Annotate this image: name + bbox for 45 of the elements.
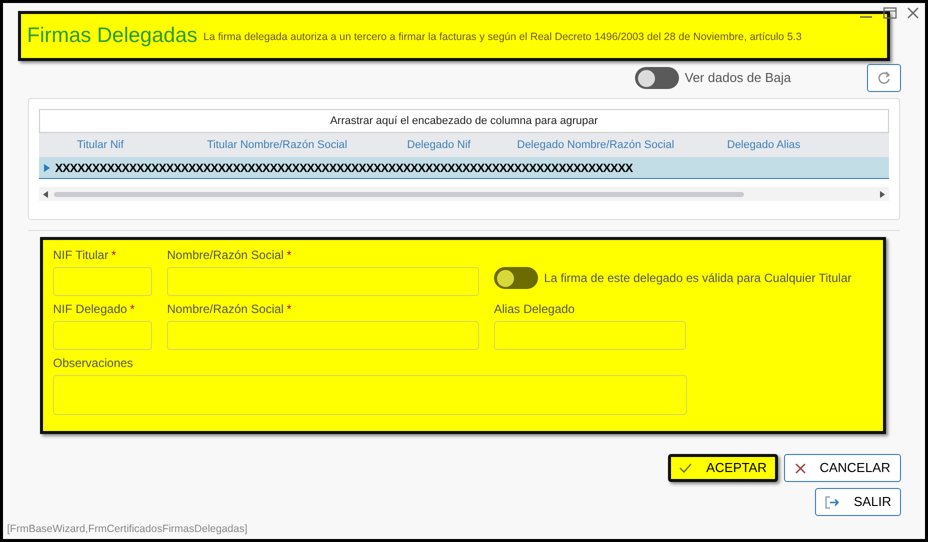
grid-row[interactable]: XXXXXXXXXXXXXXXXXXXXXXXXXXXXXXXXXXXXXXXXXXXXXXXXXXXXXXXXXXXXXXXXXXXXXXXXXXXXXX bbox=[39, 157, 889, 179]
toggle-label: La firma de este delegado es válida para Cualquier Titular bbox=[544, 270, 852, 287]
maximize-icon[interactable] bbox=[883, 7, 897, 19]
required-mark: * bbox=[111, 247, 116, 264]
page-title: Firmas Delegadas bbox=[27, 23, 198, 50]
column-header[interactable]: Delegado Alias bbox=[727, 136, 867, 154]
field-label: NIF Delegado bbox=[53, 301, 128, 318]
accept-button[interactable]: ACEPTAR bbox=[668, 454, 778, 482]
form-identifier: [FrmBaseWizard,FrmCertificadosFirmasDelegadas] bbox=[7, 522, 248, 538]
check-icon bbox=[679, 463, 692, 473]
page-subtitle: La firma delegada autoriza a un tercero a firmar la facturas y según el Real Decreto 1496/2003 del 28 de Noviembre, artículo 5.3 bbox=[203, 30, 802, 46]
toggle-switch[interactable] bbox=[634, 67, 679, 89]
close-icon bbox=[794, 462, 806, 474]
group-hint: Arrastrar aquí el encabezado de columna para agrupar bbox=[330, 114, 598, 129]
required-mark: * bbox=[286, 301, 292, 318]
input-field[interactable] bbox=[167, 321, 479, 350]
input-field[interactable] bbox=[53, 267, 152, 296]
input-field[interactable] bbox=[53, 375, 687, 415]
row-indicator-icon bbox=[43, 162, 51, 172]
grid-cell-text: XXXXXXXXXXXXXXXXXXXXXXXXXXXXXXXXXXXXXXXXXXXXXXXXXXXXXXXXXXXXXXXXXXXXXXXXXXXXXX bbox=[55, 160, 633, 176]
field-label: Observaciones bbox=[53, 355, 134, 372]
column-header[interactable]: Delegado Nif bbox=[407, 136, 517, 154]
field-label: NIF Titular bbox=[53, 247, 108, 264]
horizontal-scrollbar[interactable] bbox=[39, 187, 889, 201]
field-label: Nombre/Razón Social bbox=[167, 301, 284, 318]
field-label: Alias Delegado bbox=[494, 301, 575, 318]
toggle-switch[interactable] bbox=[494, 267, 538, 289]
required-mark: * bbox=[130, 301, 135, 318]
scroll-right-icon[interactable] bbox=[880, 190, 885, 198]
exit-button[interactable]: SALIR bbox=[815, 488, 901, 516]
field-label: Nombre/Razón Social bbox=[167, 247, 284, 264]
exit-icon bbox=[824, 496, 840, 508]
scroll-left-icon[interactable] bbox=[43, 190, 48, 198]
toggle-label: Ver dados de Baja bbox=[684, 69, 791, 88]
input-field[interactable] bbox=[167, 267, 479, 296]
column-header[interactable]: Titular Nif bbox=[77, 136, 207, 154]
column-header[interactable]: Titular Nombre/Razón Social bbox=[207, 136, 407, 154]
close-icon[interactable] bbox=[907, 7, 919, 19]
input-field[interactable] bbox=[53, 321, 152, 350]
refresh-button[interactable] bbox=[867, 64, 901, 92]
input-field[interactable] bbox=[494, 321, 686, 350]
refresh-icon bbox=[877, 71, 891, 85]
required-mark: * bbox=[286, 247, 292, 264]
cancel-button[interactable]: CANCELAR bbox=[784, 454, 901, 482]
column-header[interactable]: Delegado Nombre/Razón Social bbox=[517, 136, 727, 154]
